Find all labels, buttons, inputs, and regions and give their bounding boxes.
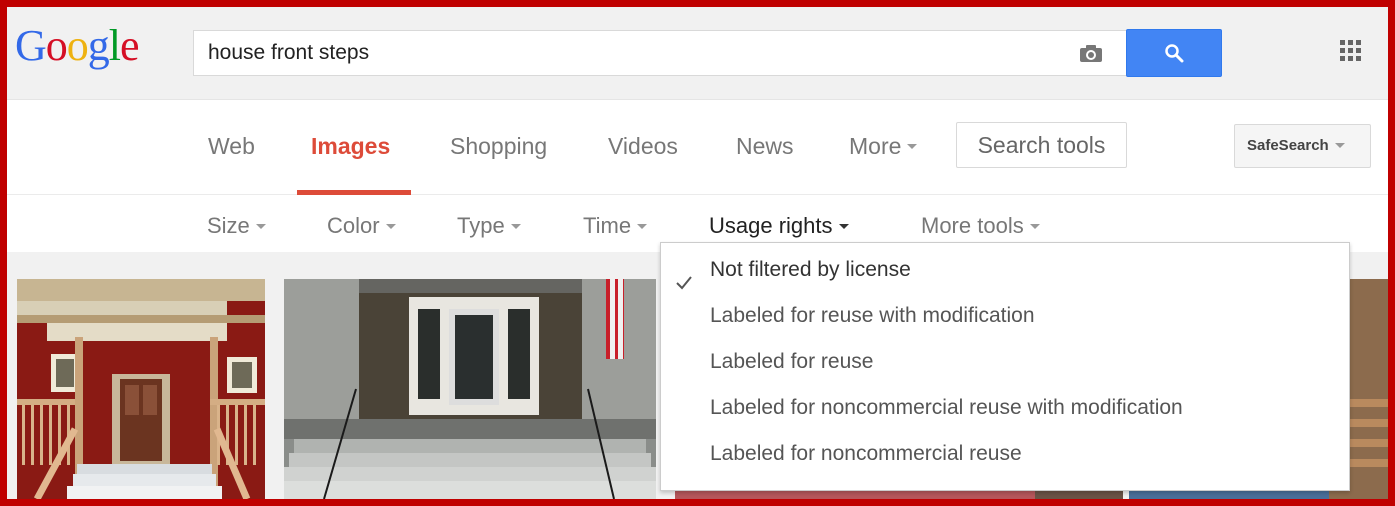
menu-item-label: Labeled for noncommercial reuse with mod… <box>710 396 1183 419</box>
search-box <box>193 30 1127 76</box>
tool-size[interactable]: Size <box>207 213 266 239</box>
chevron-down-icon <box>838 223 849 229</box>
chevron-down-icon <box>1334 142 1345 148</box>
tab-videos[interactable]: Videos <box>608 133 678 160</box>
chevron-down-icon <box>255 223 266 229</box>
menu-item-noncommercial-reuse[interactable]: Labeled for noncommercial reuse <box>661 431 1349 477</box>
tab-shopping[interactable]: Shopping <box>450 133 547 160</box>
tool-time[interactable]: Time <box>583 213 648 239</box>
apps-grid-icon[interactable] <box>1340 40 1362 62</box>
usage-rights-menu: Not filtered by license Labeled for reus… <box>660 242 1350 491</box>
safesearch-button[interactable]: SafeSearch <box>1234 124 1371 168</box>
menu-item-label: Labeled for noncommercial reuse <box>710 442 1022 465</box>
menu-item-label: Labeled for reuse <box>710 350 874 373</box>
image-result-thumbnail[interactable] <box>17 279 265 499</box>
safesearch-label: SafeSearch <box>1247 137 1329 154</box>
search-tools-button[interactable]: Search tools <box>956 122 1127 168</box>
tool-type-label: Type <box>457 213 505 238</box>
google-logo[interactable]: Google <box>15 21 140 71</box>
menu-item-reuse[interactable]: Labeled for reuse <box>661 339 1349 385</box>
menu-item-not-filtered[interactable]: Not filtered by license <box>661 247 1349 293</box>
search-button[interactable] <box>1126 29 1222 77</box>
tab-images[interactable]: Images <box>311 133 390 160</box>
chevron-down-icon <box>1029 223 1040 229</box>
menu-item-noncommercial-reuse-with-modification[interactable]: Labeled for noncommercial reuse with mod… <box>661 385 1349 431</box>
menu-item-reuse-with-modification[interactable]: Labeled for reuse with modification <box>661 293 1349 339</box>
page-frame: Google house front steps Web Images Shop… <box>7 7 1388 499</box>
menu-item-label: Labeled for reuse with modification <box>710 304 1035 327</box>
header-bar: Google <box>7 7 1388 100</box>
tool-type[interactable]: Type <box>457 213 521 239</box>
search-nav-tabs: Web Images Shopping Videos News More Sea… <box>7 100 1388 195</box>
chevron-down-icon <box>510 223 521 229</box>
menu-item-label: Not filtered by license <box>710 258 911 281</box>
tool-color-label: Color <box>327 213 380 238</box>
check-icon <box>675 262 693 290</box>
chevron-down-icon <box>385 223 396 229</box>
tool-color[interactable]: Color <box>327 213 396 239</box>
tab-more-label: More <box>849 133 902 159</box>
chevron-down-icon <box>907 144 918 150</box>
chevron-down-icon <box>637 223 648 229</box>
tool-more-tools-label: More tools <box>921 213 1024 238</box>
tool-more-tools[interactable]: More tools <box>921 213 1040 239</box>
tool-usage-rights[interactable]: Usage rights <box>709 213 849 239</box>
tab-web[interactable]: Web <box>208 133 255 160</box>
tab-more[interactable]: More <box>849 133 918 160</box>
search-input[interactable] <box>208 31 1058 75</box>
tab-news[interactable]: News <box>736 133 794 160</box>
tool-usage-rights-label: Usage rights <box>709 213 833 238</box>
camera-icon[interactable] <box>1079 43 1103 63</box>
tool-time-label: Time <box>583 213 632 238</box>
tool-size-label: Size <box>207 213 250 238</box>
image-result-thumbnail[interactable] <box>284 279 656 499</box>
